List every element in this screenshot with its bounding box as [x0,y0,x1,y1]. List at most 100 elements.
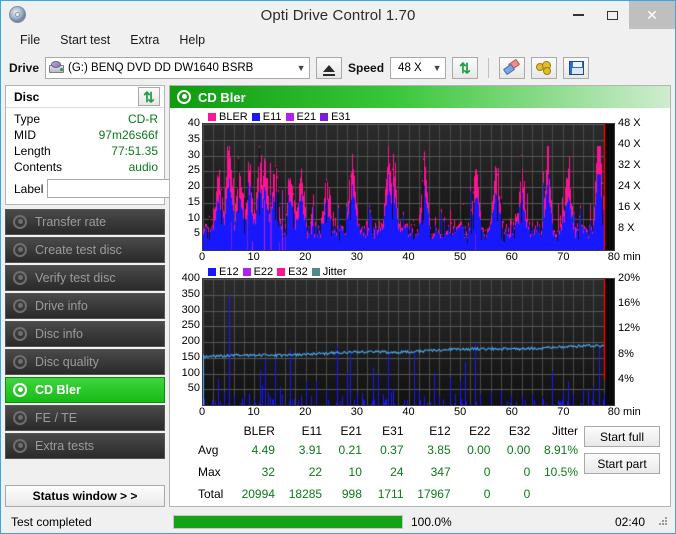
disc-test-icon [13,298,28,314]
row-label-avg: Avg [198,442,219,457]
refresh-icon: ⇅ [143,88,155,105]
axis-tick-label: 300 [181,303,200,316]
drive-select[interactable]: (G:) BENQ DVD DD DW1640 BSRB ▼ [45,57,311,79]
cell: 0.37 [380,442,404,457]
legend-swatch [208,267,216,276]
sidebar-item-label: Verify test disc [35,271,116,285]
legend-label: E21 [296,110,317,123]
legend-label: E22 [253,265,274,278]
axis-tick-label: 20 [187,180,200,192]
axis-tick-label: 8% [618,347,634,360]
axis-tick-label: 25 [187,164,200,177]
axis-tick-label: 40 [187,117,200,129]
start-full-button[interactable]: Start full [584,426,660,447]
save-icon [568,61,584,75]
menu-item-start-test[interactable]: Start test [51,31,119,49]
legend-swatch [251,112,260,121]
legend-swatch [277,267,286,276]
axis-tick-label: 100 [181,366,200,379]
col-e31: E31 [382,424,404,438]
legend-swatch [311,267,320,276]
cell: 10.5% [543,464,578,479]
cell: 18285 [288,487,323,502]
axis-tick-label: 0 [198,406,206,418]
disc-row-key: MID [14,128,36,142]
axis-tick-label: 250 [181,319,200,332]
menu-item-help[interactable]: Help [170,31,214,49]
disc-test-icon [13,270,28,286]
table-corner [194,424,234,439]
table-row: Total 20994 18285 998 1711 17967 0 0 [194,484,584,506]
axis-tick-label: 80 min [607,406,641,418]
sidebar-item-drive-info[interactable]: Drive info [5,293,165,319]
main-panel-title: CD Bler [198,89,246,105]
status-window-button[interactable]: Status window > > [5,485,165,507]
erase-disc-button[interactable] [499,57,526,79]
save-button[interactable] [563,57,590,79]
main-panel-header: CD Bler [170,86,670,108]
cell: 998 [341,487,362,502]
tools-button[interactable] [531,57,558,79]
eject-button[interactable] [316,57,343,79]
axis-tick-label: 40 [402,406,415,418]
axis-tick-label: 80 min [607,251,641,263]
e12-chart-wrap: 50 100 150 200 250 300 350 400 4% 8% 12% 16% 20% [172,272,668,406]
legend-label: E12 [219,265,239,278]
resize-grip-icon[interactable] [659,517,669,527]
bler-chart-x-axis: 0 10 20 30 40 50 60 70 80 min [199,251,668,265]
refresh-icon: ⇅ [459,60,471,76]
cell: 10 [348,464,362,479]
charts-container: BLER E11 E21 E31 5 10 15 20 25 30 35 40 8 X 16 X… [170,108,670,420]
axis-tick-label: 20% [618,272,641,284]
test-nav-list: Transfer rate Create test disc Verify te… [5,209,165,459]
axis-tick-label: 4% [618,372,634,385]
bler-chart-wrap: 5 10 15 20 25 30 35 40 8 X 16 X 24 X 32 X 40 X 48 X [172,117,668,251]
axis-tick-label: 30 [350,406,363,418]
menu-item-extra[interactable]: Extra [121,31,168,49]
status-bar: Test completed 100.0% 02:40 [1,511,675,533]
col-e11: E11 [301,424,323,438]
disc-test-icon [13,382,28,398]
legend-swatch [320,112,329,121]
sidebar-item-cd-bler[interactable]: CD Bler [5,377,165,403]
axis-tick-label: 10 [247,251,260,263]
title-bar: Opti Drive Control 1.70 ✕ [1,1,675,29]
axis-tick-label: 400 [181,272,200,284]
axis-tick-label: 10 [187,211,200,224]
axis-tick-label: 24 X [618,180,641,192]
legend-item-e32: E32 [277,266,308,278]
disc-panel-header: Disc ⇅ [6,86,164,108]
optical-drive-icon [49,61,65,75]
sidebar-item-disc-info[interactable]: Disc info [5,321,165,347]
progress-percent-label: 100.0% [411,515,452,529]
disc-row-value: 77:51.35 [111,144,158,158]
sidebar-item-verify-test-disc[interactable]: Verify test disc [5,265,165,291]
disc-test-icon [13,214,28,230]
sidebar-item-disc-quality[interactable]: Disc quality [5,349,165,375]
speed-select[interactable]: 48 X ▼ [390,57,447,79]
axis-tick-label: 40 X [618,138,641,150]
refresh-drive-button[interactable]: ⇅ [452,57,479,79]
axis-tick-label: 70 [557,251,570,263]
axis-tick-label: 30 [350,251,363,263]
menu-item-file[interactable]: File [11,31,49,49]
row-label-max: Max [198,464,221,479]
legend-item-bler: BLER [208,111,248,123]
axis-tick-label: 12% [618,322,641,335]
disc-row-type: Type CD-R [14,111,158,127]
progress-bar-fill [174,516,402,528]
start-part-button[interactable]: Start part [584,453,660,474]
sidebar-item-fe-te[interactable]: FE / TE [5,405,165,431]
sidebar-item-transfer-rate[interactable]: Transfer rate [5,209,165,235]
disc-row-value: CD-R [128,112,158,126]
chevron-down-icon: ▼ [432,63,442,73]
axis-tick-label: 5 [193,227,200,240]
sidebar-item-label: Transfer rate [35,215,107,229]
sidebar-item-extra-tests[interactable]: Extra tests [5,433,165,459]
e12-chart-jitter-axis: 4% 8% 12% 16% 20% [615,272,657,404]
e12-chart-legend: E12 E22 E32 Jitter [172,265,668,278]
sidebar-item-create-test-disc[interactable]: Create test disc [5,237,165,263]
disc-refresh-button[interactable]: ⇅ [138,87,160,106]
e12-chart-y-axis: 50 100 150 200 250 300 350 400 [172,272,202,404]
sidebar-item-label: Drive info [35,299,88,313]
